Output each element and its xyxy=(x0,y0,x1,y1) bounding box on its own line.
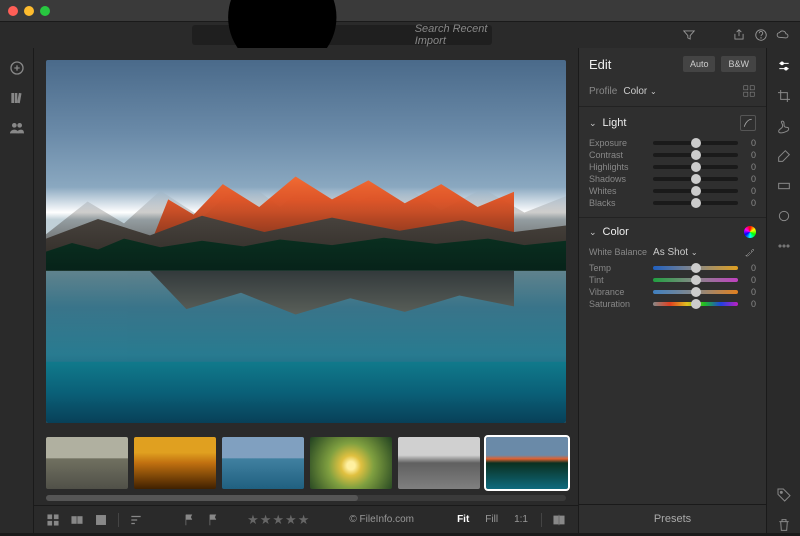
edit-sliders-icon[interactable] xyxy=(776,58,792,74)
photo-canvas[interactable] xyxy=(34,48,578,429)
slider-tint[interactable]: Tint0 xyxy=(589,274,756,286)
more-icon[interactable] xyxy=(776,238,792,254)
search-input[interactable]: Search Recent Import xyxy=(192,25,492,45)
zoom-fill-button[interactable]: Fill xyxy=(482,514,501,525)
thumbnail[interactable] xyxy=(398,437,480,489)
flag-pick-icon[interactable] xyxy=(183,513,197,527)
slider-contrast[interactable]: Contrast0 xyxy=(589,149,756,161)
slider-highlights[interactable]: Highlights0 xyxy=(589,161,756,173)
tone-curve-icon[interactable] xyxy=(740,115,756,131)
top-toolbar: Search Recent Import xyxy=(0,22,800,48)
library-icon[interactable] xyxy=(9,90,25,106)
flag-reject-icon[interactable] xyxy=(207,513,221,527)
compare-view-icon[interactable] xyxy=(70,513,84,527)
bottom-toolbar: ★★★★★ © FileInfo.com Fit Fill 1:1 xyxy=(34,505,578,533)
crop-icon[interactable] xyxy=(776,88,792,104)
center-area: ★★★★★ © FileInfo.com Fit Fill 1:1 xyxy=(34,48,578,533)
add-photos-icon[interactable] xyxy=(9,60,25,76)
chevron-down-icon: ⌄ xyxy=(589,227,597,238)
profile-dropdown[interactable]: Color ⌄ xyxy=(623,86,656,97)
grid-view-icon[interactable] xyxy=(46,513,60,527)
detail-view-icon[interactable] xyxy=(94,513,108,527)
credit-text: © FileInfo.com xyxy=(349,514,414,525)
thumbnail[interactable] xyxy=(222,437,304,489)
slider-blacks[interactable]: Blacks0 xyxy=(589,197,756,209)
bw-button[interactable]: B&W xyxy=(721,56,756,72)
close-window-button[interactable] xyxy=(8,6,18,16)
rating-stars[interactable]: ★★★★★ xyxy=(247,512,309,528)
minimize-window-button[interactable] xyxy=(24,6,34,16)
slider-vibrance[interactable]: Vibrance0 xyxy=(589,286,756,298)
linear-gradient-icon[interactable] xyxy=(776,178,792,194)
presets-button[interactable]: Presets xyxy=(579,504,766,533)
thumbnail[interactable] xyxy=(310,437,392,489)
chevron-down-icon: ⌄ xyxy=(589,118,597,129)
wb-label: White Balance xyxy=(589,247,647,257)
slider-saturation[interactable]: Saturation0 xyxy=(589,298,756,310)
eyedropper-icon[interactable] xyxy=(744,246,756,258)
slider-exposure[interactable]: Exposure0 xyxy=(589,137,756,149)
color-mixer-icon[interactable] xyxy=(744,226,756,238)
sort-icon[interactable] xyxy=(129,513,143,527)
slider-temp[interactable]: Temp0 xyxy=(589,262,756,274)
edit-panel: Edit Auto B&W Profile Color ⌄ ⌄ Light Ex… xyxy=(578,48,766,533)
brush-icon[interactable] xyxy=(776,148,792,164)
wb-dropdown[interactable]: As Shot ⌄ xyxy=(653,247,698,258)
zoom-fit-button[interactable]: Fit xyxy=(454,514,472,525)
trash-icon[interactable] xyxy=(776,517,792,533)
healing-brush-icon[interactable] xyxy=(776,118,792,134)
main-photo xyxy=(46,60,566,423)
edit-panel-title: Edit xyxy=(589,57,677,72)
people-icon[interactable] xyxy=(9,120,25,136)
profile-browser-icon[interactable] xyxy=(742,84,756,98)
search-placeholder: Search Recent Import xyxy=(415,23,492,47)
maximize-window-button[interactable] xyxy=(40,6,50,16)
radial-gradient-icon[interactable] xyxy=(776,208,792,224)
slider-shadows[interactable]: Shadows0 xyxy=(589,173,756,185)
left-sidebar xyxy=(0,48,34,533)
zoom-1to1-button[interactable]: 1:1 xyxy=(511,514,531,525)
color-section: ⌄ Color White Balance As Shot ⌄ Temp0Tin… xyxy=(579,217,766,318)
thumbnail[interactable] xyxy=(134,437,216,489)
tool-rail xyxy=(766,48,800,533)
filter-icon[interactable] xyxy=(682,28,696,42)
light-section: ⌄ Light Exposure0Contrast0Highlights0Sha… xyxy=(579,106,766,217)
thumbnail[interactable] xyxy=(486,437,568,489)
filmstrip xyxy=(34,429,578,495)
color-section-header[interactable]: ⌄ Color xyxy=(589,224,756,244)
slider-whites[interactable]: Whites0 xyxy=(589,185,756,197)
filmstrip-scrollbar[interactable] xyxy=(46,495,566,501)
tag-icon[interactable] xyxy=(776,487,792,503)
auto-button[interactable]: Auto xyxy=(683,56,716,72)
share-icon[interactable] xyxy=(732,28,746,42)
toggle-original-icon[interactable] xyxy=(552,513,566,527)
profile-label: Profile xyxy=(589,86,617,97)
cloud-icon[interactable] xyxy=(776,28,790,42)
thumbnail[interactable] xyxy=(46,437,128,489)
light-section-header[interactable]: ⌄ Light xyxy=(589,113,756,137)
help-icon[interactable] xyxy=(754,28,768,42)
